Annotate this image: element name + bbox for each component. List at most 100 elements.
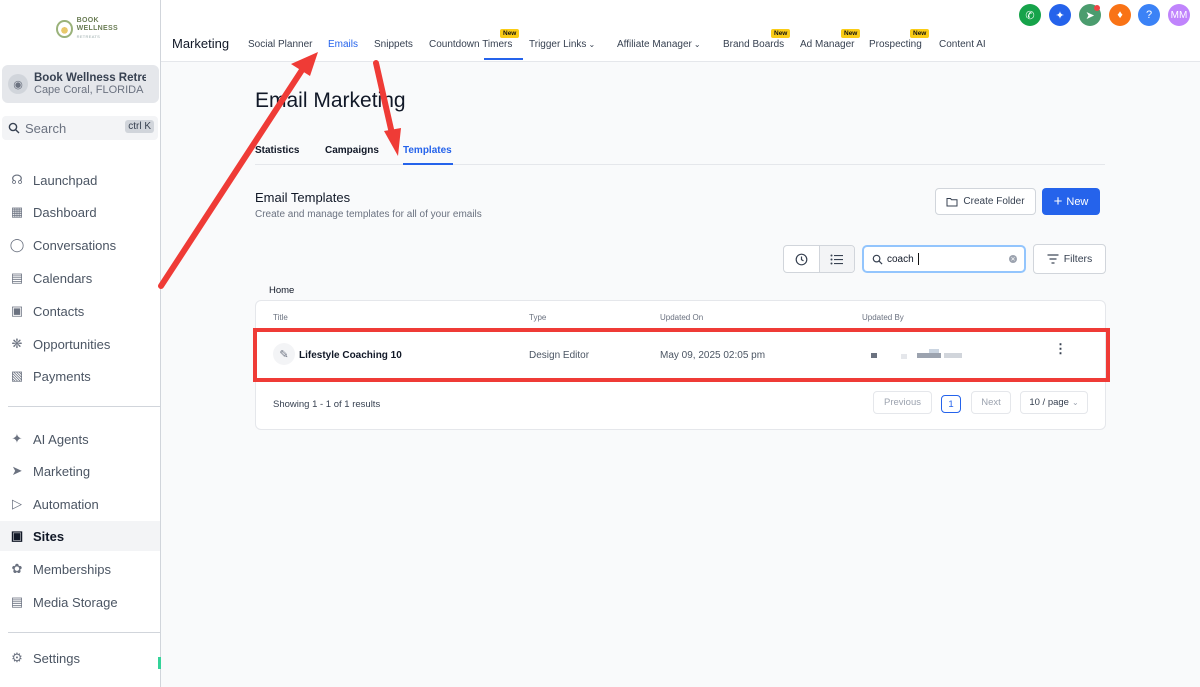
list-view-button[interactable]: [818, 246, 854, 272]
tab-active-indicator: [403, 163, 453, 165]
topnav-trigger-links[interactable]: Trigger Links ⌄: [529, 39, 595, 50]
clear-search-icon[interactable]: ✕: [1009, 255, 1017, 263]
megaphone-icon[interactable]: ➤: [1079, 4, 1101, 26]
sidebar-item-payments[interactable]: ▧ Payments: [0, 361, 160, 391]
topnav-snippets[interactable]: Snippets: [374, 39, 413, 50]
clock-icon: [795, 253, 808, 265]
column-header-updated-on[interactable]: Updated On: [660, 313, 703, 322]
sidebar-item-conversations[interactable]: ◯ Conversations: [0, 230, 160, 260]
page-title: Email Marketing: [255, 89, 406, 112]
automation-icon: ▷: [12, 496, 22, 511]
sidebar-item-label: Automation: [33, 496, 99, 512]
sidebar-item-sites[interactable]: ▣ Sites: [0, 521, 160, 551]
recent-view-button[interactable]: [784, 246, 819, 272]
magic-wand-icon[interactable]: ✦: [1049, 4, 1071, 26]
sidebar-item-label: Memberships: [33, 561, 112, 577]
new-badge: New: [841, 29, 861, 38]
breadcrumb[interactable]: Home: [269, 285, 294, 296]
filters-label: Filters: [1063, 253, 1093, 265]
previous-page-button[interactable]: Previous: [873, 391, 932, 414]
topnav-affiliate-manager[interactable]: Affiliate Manager ⌄: [617, 39, 701, 50]
sidebar-item-calendars[interactable]: ▤ Calendars: [0, 263, 160, 293]
topnav-label: Trigger Links: [529, 39, 587, 50]
sidebar-item-label: Marketing: [33, 463, 91, 479]
contacts-icon: ▣: [10, 303, 24, 318]
search-icon: [872, 254, 883, 265]
tab-templates[interactable]: Templates: [403, 145, 452, 156]
tab-campaigns[interactable]: Campaigns: [325, 145, 379, 156]
pagination-summary: Showing 1 - 1 of 1 results: [273, 399, 381, 410]
section-title: Marketing: [172, 36, 230, 51]
sidebar-divider: [8, 406, 160, 407]
sidebar-item-dashboard[interactable]: ▦ Dashboard: [0, 197, 160, 227]
sidebar-item-label: Launchpad: [33, 172, 98, 188]
send-icon: ➤: [11, 463, 23, 478]
calendar-icon: ▤: [10, 270, 24, 285]
topnav-prospecting[interactable]: Prospecting: [869, 39, 922, 50]
top-navigation: Marketing Social Planner Emails Snippets…: [161, 0, 1200, 62]
sidebar-item-label: Conversations: [33, 237, 117, 253]
create-folder-button[interactable]: Create Folder: [935, 188, 1036, 215]
payments-icon: ▧: [10, 368, 24, 383]
account-name: Book Wellness Retre...: [34, 72, 146, 84]
sparkle-icon: ✦: [11, 431, 23, 446]
help-button[interactable]: ?: [1138, 4, 1160, 26]
sites-icon: ▣: [10, 528, 24, 543]
sidebar-item-automation[interactable]: ▷ Automation: [0, 489, 160, 519]
sidebar-item-ai-agents[interactable]: ✦ AI Agents: [0, 424, 160, 454]
topnav-ad-manager[interactable]: Ad Manager: [800, 39, 854, 50]
phone-icon[interactable]: ✆: [1019, 4, 1041, 26]
image-icon: ▤: [10, 594, 24, 609]
sidebar-item-opportunities[interactable]: ❋ Opportunities: [0, 329, 160, 359]
sidebar-item-label: Payments: [33, 368, 91, 384]
sidebar-item-label: AI Agents: [33, 431, 89, 447]
topnav-brand-boards[interactable]: Brand Boards: [723, 39, 784, 50]
sidebar-item-settings[interactable]: ⚙ Settings: [0, 643, 160, 673]
next-page-button[interactable]: Next: [971, 391, 1011, 414]
tab-statistics[interactable]: Statistics: [255, 145, 299, 156]
sidebar-search-label: Search: [25, 120, 67, 136]
column-header-updated-by[interactable]: Updated By: [862, 313, 904, 322]
topnav-countdown-timers[interactable]: Countdown Timers: [429, 39, 512, 50]
sidebar-item-contacts[interactable]: ▣ Contacts: [0, 296, 160, 326]
account-switcher[interactable]: ◉ Book Wellness Retre... Cape Coral, FLO…: [2, 65, 159, 103]
page-size-select[interactable]: 10 / page ⌄: [1020, 391, 1088, 414]
award-icon: ✿: [11, 561, 23, 576]
sidebar-search[interactable]: Search ctrl K: [2, 116, 158, 140]
search-shortcut: ctrl K: [125, 120, 154, 133]
chat-icon: ◯: [9, 237, 25, 252]
sidebar-item-memberships[interactable]: ✿ Memberships: [0, 554, 160, 584]
user-avatar[interactable]: MM: [1168, 4, 1190, 26]
new-badge: New: [771, 29, 791, 38]
new-button[interactable]: + New: [1042, 188, 1100, 215]
rocket-icon: ☊: [11, 172, 23, 187]
notification-dot: [1094, 5, 1100, 11]
sidebar-item-label: Media Storage: [33, 594, 118, 610]
page-number-button[interactable]: 1: [941, 395, 961, 413]
column-header-type[interactable]: Type: [529, 313, 546, 322]
create-folder-label: Create Folder: [963, 196, 1025, 207]
sidebar-item-media-storage[interactable]: ▤ Media Storage: [0, 587, 160, 617]
annotation-highlight-box: [253, 328, 1110, 382]
filters-button[interactable]: Filters: [1033, 244, 1106, 274]
sidebar-item-label: Opportunities: [33, 336, 111, 352]
topnav-emails[interactable]: Emails: [328, 39, 358, 50]
sidebar-item-launchpad[interactable]: ☊ Launchpad: [0, 165, 160, 195]
account-avatar-icon: ◉: [8, 74, 28, 94]
column-header-title[interactable]: Title: [273, 313, 288, 322]
new-badge: New: [910, 29, 930, 38]
logo-mark: [56, 20, 73, 38]
chevron-down-icon: ⌄: [693, 40, 701, 49]
filter-icon: [1047, 254, 1059, 264]
sidebar-item-label: Settings: [33, 650, 80, 666]
topnav-social-planner[interactable]: Social Planner: [248, 39, 312, 50]
sidebar-item-marketing[interactable]: ➤ Marketing: [0, 456, 160, 486]
page-size-value: 10 / page: [1029, 397, 1069, 408]
template-search-input[interactable]: coach ✕: [862, 245, 1026, 273]
grid-icon: ▦: [10, 204, 24, 219]
topnav-content-ai[interactable]: Content AI: [939, 39, 986, 50]
logo-text: BOOK WELLNESS RETREATS: [76, 17, 118, 39]
opportunities-icon: ❋: [11, 336, 23, 351]
sidebar: BOOK WELLNESS RETREATS ◉ Book Wellness Re…: [0, 0, 161, 687]
bell-icon[interactable]: ♦: [1109, 4, 1131, 26]
